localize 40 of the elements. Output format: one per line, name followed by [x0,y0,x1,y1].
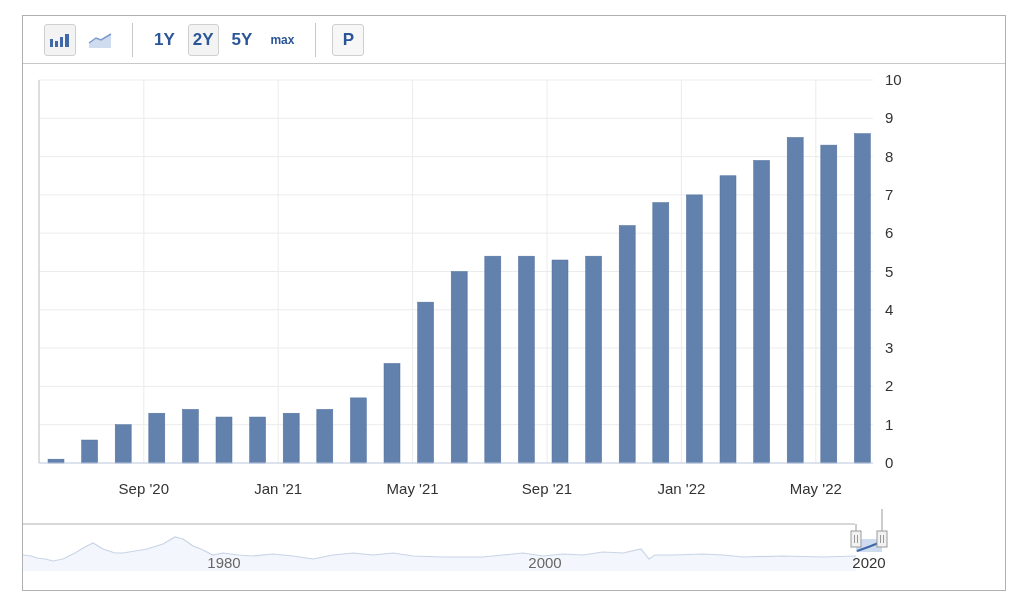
y-axis-label: 0 [885,454,894,471]
bar [215,416,233,464]
bar-chart-button[interactable] [44,23,76,56]
range-button[interactable]: 2Y [187,23,219,56]
bar [81,439,98,464]
bar [282,412,300,464]
navigator-year-label: 2020 [852,554,886,571]
bar [316,409,334,464]
bar [350,397,367,464]
x-axis-label: Sep '20 [118,480,169,497]
x-axis-label: May '22 [789,480,842,497]
range-button[interactable]: max [265,23,300,56]
bar [182,409,199,464]
p-button[interactable]: P [332,23,365,56]
x-axis-label: May '21 [386,480,439,497]
y-axis-label: 1 [885,415,894,433]
y-axis-label: 5 [885,262,894,280]
y-axis-label: 8 [885,147,894,165]
y-axis-label: 2 [885,377,894,395]
bar-chart-icon [49,32,71,47]
bar [148,412,166,464]
bar [114,424,132,464]
y-axis-label: 3 [885,339,894,357]
x-axis-label: Jan '22 [657,480,706,497]
area-chart-icon [88,31,112,48]
range-button[interactable]: 5Y [226,23,258,56]
x-axis-label: Sep '21 [521,480,573,497]
y-axis-label: 9 [885,109,894,127]
x-axis-label: Jan '21 [254,480,303,497]
navigator-handle[interactable] [850,523,862,548]
navigator-year-label: 1980 [207,554,241,571]
y-axis-label: 4 [885,300,894,318]
range-button[interactable]: 1Y [149,23,180,56]
navigator-year-label: 2000 [528,554,562,571]
y-axis-label: 6 [885,224,894,242]
navigator-handle[interactable] [876,509,888,548]
y-axis-label: 7 [885,185,894,203]
bar [249,416,266,464]
bar [47,458,65,464]
y-axis-label: 10 [885,71,902,88]
